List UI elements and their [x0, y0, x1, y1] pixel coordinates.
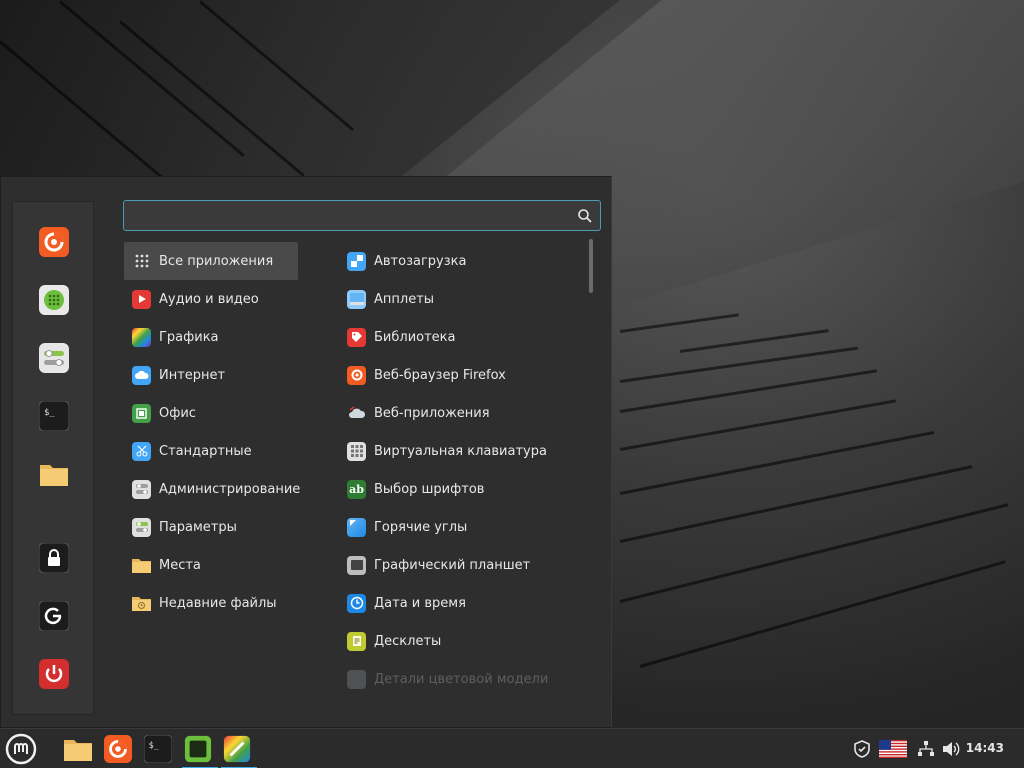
category-label: Все приложения: [159, 253, 274, 269]
app-label: Горячие углы: [374, 519, 468, 535]
toggles-icon: [132, 479, 151, 499]
app-label: Детали цветовой модели: [374, 671, 549, 687]
svg-text:$_: $_: [149, 740, 160, 750]
app-list-scrollbar[interactable]: [589, 239, 593, 293]
app-item[interactable]: Веб-приложения: [339, 394, 587, 432]
app-label: Десклеты: [374, 633, 442, 649]
search-box[interactable]: [123, 200, 601, 231]
category-item[interactable]: Места: [124, 546, 298, 584]
app-item[interactable]: Библиотека: [339, 318, 587, 356]
taskbar: $_ 14:43: [0, 728, 1024, 768]
library-icon: [347, 327, 366, 347]
category-item[interactable]: Все приложения: [124, 242, 298, 280]
app-item[interactable]: Автозагрузка: [339, 242, 587, 280]
svg-text:$_: $_: [44, 408, 55, 418]
terminal-icon[interactable]: $_: [38, 400, 70, 432]
category-label: Администрирование: [159, 481, 301, 497]
system-settings-icon[interactable]: [38, 342, 70, 374]
search-input[interactable]: [124, 201, 564, 230]
system-monitor-icon[interactable]: [182, 733, 218, 768]
desklets-icon: [347, 631, 366, 651]
category-label: Параметры: [159, 519, 237, 535]
keyboard-icon: [347, 441, 366, 461]
fonts-icon: ab: [347, 479, 366, 499]
firefox-icon: [347, 365, 366, 385]
app-label: Библиотека: [374, 329, 456, 345]
app-label: Дата и время: [374, 595, 466, 611]
category-label: Офис: [159, 405, 196, 421]
app-item[interactable]: Горячие углы: [339, 508, 587, 546]
cloud-icon: [132, 365, 151, 385]
settings-toggles-icon: [132, 517, 151, 537]
app-item[interactable]: Десклеты: [339, 622, 587, 660]
favorites-sidebar: $_: [12, 201, 94, 715]
app-item[interactable]: ab Выбор шрифтов: [339, 470, 587, 508]
shield-icon[interactable]: [846, 733, 878, 765]
office-icon: [132, 403, 151, 423]
scissors-icon: [132, 441, 151, 461]
firefox-icon[interactable]: [38, 226, 70, 258]
graphics-icon: [132, 327, 151, 347]
app-label: Веб-браузер Firefox: [374, 367, 506, 383]
category-label: Интернет: [159, 367, 226, 383]
category-item[interactable]: Администрирование: [124, 470, 301, 508]
clock-icon: [347, 593, 366, 613]
drawing-app-icon[interactable]: [221, 733, 257, 768]
category-label: Аудио и видео: [159, 291, 259, 307]
search-icon: [578, 209, 592, 223]
firefox-icon[interactable]: [102, 733, 134, 765]
category-item[interactable]: Параметры: [124, 508, 298, 546]
category-item[interactable]: Недавние файлы: [124, 584, 298, 622]
grid-icon: [132, 252, 151, 271]
start-menu-button[interactable]: [5, 733, 37, 765]
category-label: Места: [159, 557, 201, 573]
category-label: Стандартные: [159, 443, 252, 459]
category-item[interactable]: Графика: [124, 318, 298, 356]
applets-icon: [347, 289, 366, 309]
volume-icon[interactable]: [935, 733, 967, 765]
category-item[interactable]: Аудио и видео: [124, 280, 298, 318]
app-label: Апплеты: [374, 291, 435, 307]
app-item[interactable]: Апплеты: [339, 280, 587, 318]
app-item[interactable]: Виртуальная клавиатура: [339, 432, 587, 470]
tablet-icon: [347, 555, 366, 575]
files-folder-icon[interactable]: [38, 458, 70, 490]
app-item[interactable]: Детали цветовой модели: [339, 660, 587, 692]
app-item[interactable]: Графический планшет: [339, 546, 587, 584]
files-folder-icon[interactable]: [62, 733, 94, 765]
keyboard-layout-flag-icon[interactable]: [877, 733, 909, 765]
startup-icon: [347, 251, 366, 271]
software-manager-icon[interactable]: [38, 284, 70, 316]
app-label: Графический планшет: [374, 557, 531, 573]
hot-corners-icon: [347, 517, 366, 537]
media-icon: [132, 289, 151, 309]
app-label: Выбор шрифтов: [374, 481, 485, 497]
lock-screen-icon[interactable]: [38, 542, 70, 574]
category-item[interactable]: Офис: [124, 394, 298, 432]
application-menu: $_ Все приложения Аудио и видео Графика …: [0, 176, 612, 728]
app-label: Автозагрузка: [374, 253, 467, 269]
category-list: Все приложения Аудио и видео Графика Интерн…: [124, 242, 301, 622]
app-label: Веб-приложения: [374, 405, 490, 421]
logout-icon[interactable]: [38, 600, 70, 632]
power-icon[interactable]: [38, 658, 70, 690]
webapps-icon: [347, 404, 366, 423]
category-label: Недавние файлы: [159, 595, 277, 611]
category-item[interactable]: Интернет: [124, 356, 298, 394]
category-label: Графика: [159, 329, 219, 345]
application-list: Автозагрузка Апплеты Библиотека Веб-браузер…: [339, 242, 587, 692]
app-label: Виртуальная клавиатура: [374, 443, 547, 459]
app-item[interactable]: Веб-браузер Firefox: [339, 356, 587, 394]
clock[interactable]: 14:43: [966, 741, 1004, 755]
recent-folder-icon: [132, 594, 151, 613]
category-item[interactable]: Стандартные: [124, 432, 298, 470]
folder-icon: [132, 556, 151, 575]
color-icon: [347, 669, 366, 689]
app-item[interactable]: Дата и время: [339, 584, 587, 622]
terminal-icon[interactable]: $_: [142, 733, 174, 765]
